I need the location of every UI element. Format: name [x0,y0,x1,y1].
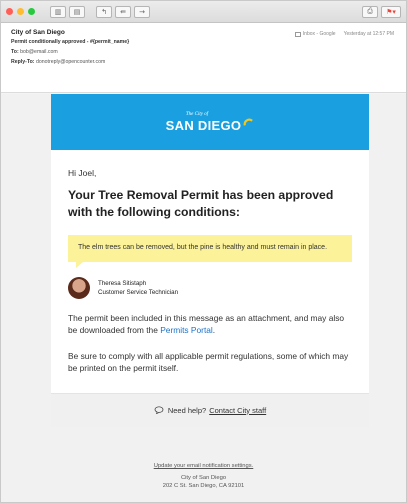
to-line: To: bob@email.com [11,49,396,55]
footer-address: 202 C St. San Diego, CA 92101 [162,483,245,489]
mail-toolbar: ▥ ▤ ↰ ⇚ → ⎙ ⚑▾ [1,1,406,23]
note-tail [76,261,83,268]
zoom-window-icon[interactable] [28,8,35,15]
sun-logo-icon [243,118,254,126]
city-logo: SAN DIEGO [166,118,255,133]
chat-bubble-icon [154,406,164,414]
city-banner: The City of SAN DIEGO [51,94,369,150]
help-text: Need help? [167,405,207,415]
reply-to-line: Reply-To: donotreply@opencounter.com [11,59,396,65]
mail-window: ▥ ▤ ↰ ⇚ → ⎙ ⚑▾ City of San Diego Permit … [0,0,407,503]
condition-note: The elm trees can be removed, but the pi… [68,235,352,268]
email-footer: Update your email notification settings.… [1,462,406,490]
greeting: Hi Joel, [68,168,97,178]
reply-to-label: Reply-To: [11,59,35,65]
email-header: City of San Diego Permit conditionally a… [1,23,406,93]
help-bar: Need help? Contact City staff [51,392,369,427]
to-address[interactable]: bob@email.com [20,49,58,55]
staff-name: Theresa Sitistaph [98,279,147,287]
contact-staff-link[interactable]: Contact City staff [209,406,266,415]
email-date: Yesterday at 12:57 PM [343,31,394,37]
to-label: To: [11,49,19,55]
condition-note-text: The elm trees can be removed, but the pi… [78,244,328,251]
message-title: Your Tree Removal Permit has been approv… [68,188,334,219]
permits-portal-link[interactable]: Permits Portal [160,325,213,335]
close-window-icon[interactable] [6,8,13,15]
reply-all-icon[interactable]: ⇚ [115,5,131,18]
staff-signature: Theresa Sitistaph Customer Service Techn… [68,276,352,299]
reply-to-address[interactable]: donotreply@opencounter.com [36,59,105,65]
inbox-icon [294,31,301,37]
attachment-end: . [212,325,216,335]
forward-icon[interactable]: → [134,5,150,18]
minimize-window-icon[interactable] [17,8,24,15]
notification-settings-link[interactable]: Update your email notification settings. [1,462,406,470]
attachment-paragraph: The permit been included in this message… [68,312,352,337]
print-icon[interactable]: ⎙ [362,5,378,18]
email-meta: Inbox - Google Yesterday at 12:57 PM [294,31,394,37]
message-card: The City of SAN DIEGO Hi Joel, Your Tree… [51,94,369,427]
logo-wordmark: SAN DIEGO [165,117,242,133]
message-content: Hi Joel, Your Tree Removal Permit has be… [51,150,369,375]
footer-org: City of San Diego [180,475,227,481]
compliance-paragraph: Be sure to comply with all applicable pe… [68,350,349,374]
folder-name: Inbox - Google [302,31,336,37]
email-body: The City of SAN DIEGO Hi Joel, Your Tree… [1,94,406,502]
flag-icon[interactable]: ⚑▾ [381,5,401,18]
archive-icon[interactable]: ▤ [69,5,85,18]
avatar [68,276,90,299]
trash-icon[interactable]: ▥ [50,5,66,18]
reply-icon[interactable]: ↰ [96,5,112,18]
staff-role: Customer Service Technician [98,288,179,296]
email-subject: Permit conditionally approved - #{permit… [11,39,130,45]
logo-tagline: The City of [185,111,209,117]
